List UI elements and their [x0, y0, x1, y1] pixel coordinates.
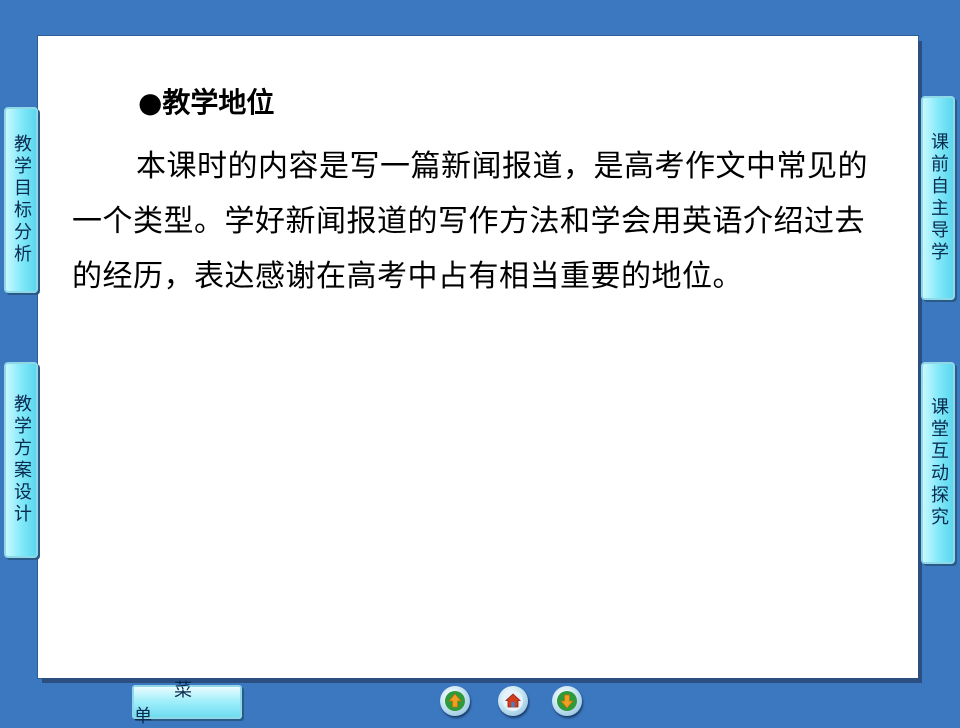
tab-classroom-interaction[interactable]: 课堂互动探究: [921, 362, 955, 564]
slide-content: ●教学地位 本课时的内容是写一篇新闻报道，是高考作文中常见的一个类型。学好新闻报…: [38, 36, 918, 678]
body-paragraph: 本课时的内容是写一篇新闻报道，是高考作文中常见的一个类型。学好新闻报道的写作方法…: [72, 149, 868, 294]
home-button[interactable]: [498, 686, 528, 716]
next-page-button[interactable]: [552, 686, 582, 716]
up-arrow-icon: [445, 691, 465, 711]
previous-page-button[interactable]: [440, 686, 470, 716]
home-icon: [503, 691, 523, 711]
tab-teaching-objectives[interactable]: 教学目标分析: [4, 107, 38, 293]
down-arrow-icon: [557, 691, 577, 711]
tab-pre-class-study[interactable]: 课前自主导学: [921, 96, 955, 300]
menu-button[interactable]: 菜单: [132, 680, 242, 727]
tab-teaching-plan[interactable]: 教学方案设计: [4, 362, 38, 558]
section-heading: ●教学地位: [138, 86, 275, 119]
